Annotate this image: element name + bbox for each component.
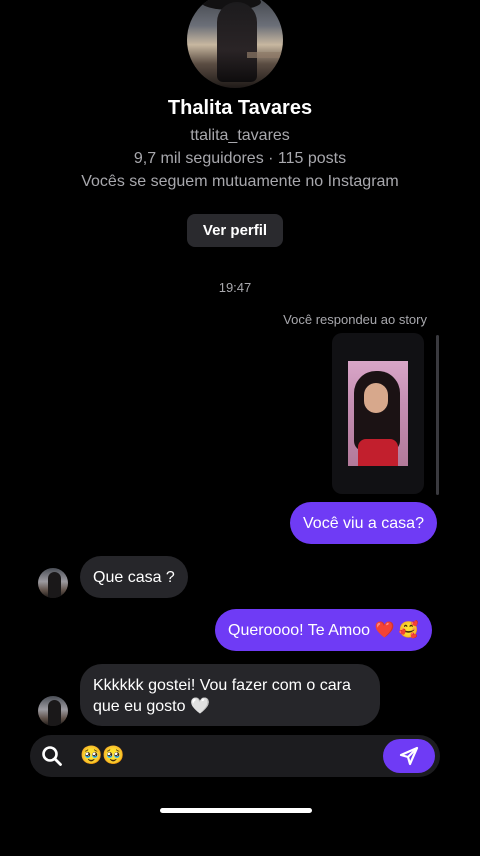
story-reply-note: Você respondeu ao story: [283, 312, 427, 327]
story-scrollbar: [436, 335, 439, 495]
search-icon[interactable]: [36, 740, 68, 772]
profile-mutual-note: Vocês se seguem mutuamente no Instagram: [81, 173, 399, 190]
sender-avatar[interactable]: [38, 696, 68, 726]
message-timestamp: 19:47: [218, 280, 252, 295]
send-button[interactable]: [383, 739, 435, 773]
story-photo-top: [358, 439, 398, 466]
story-photo: [348, 361, 408, 466]
message-incoming[interactable]: Que casa ?: [80, 556, 188, 598]
sender-avatar-figure: [48, 700, 61, 726]
message-incoming[interactable]: Kkkkkk gostei! Vou fazer com o cara que …: [80, 664, 380, 726]
sender-avatar-figure: [48, 572, 61, 598]
chat-screen: Thalita Tavares ttalita_tavares 9,7 mil …: [0, 0, 480, 856]
message-input[interactable]: 🥹🥹: [80, 745, 125, 766]
avatar-rail: [247, 52, 283, 58]
home-indicator: [160, 808, 312, 813]
profile-handle: ttalita_tavares: [190, 127, 290, 144]
message-outgoing[interactable]: Você viu a casa?: [290, 502, 437, 544]
message-outgoing[interactable]: Queroooo! Te Amoo ❤️ 🥰: [215, 609, 432, 651]
send-icon: [399, 746, 419, 766]
story-photo-face: [364, 383, 388, 413]
story-preview[interactable]: [332, 333, 424, 494]
message-composer[interactable]: 🥹🥹: [30, 735, 440, 777]
sender-avatar[interactable]: [38, 568, 68, 598]
profile-stats: 9,7 mil seguidores · 115 posts: [133, 150, 347, 167]
view-profile-button[interactable]: Ver perfil: [187, 214, 283, 247]
avatar-figure: [217, 2, 257, 82]
profile-avatar[interactable]: [187, 0, 283, 88]
profile-name: Thalita Tavares: [167, 97, 313, 119]
